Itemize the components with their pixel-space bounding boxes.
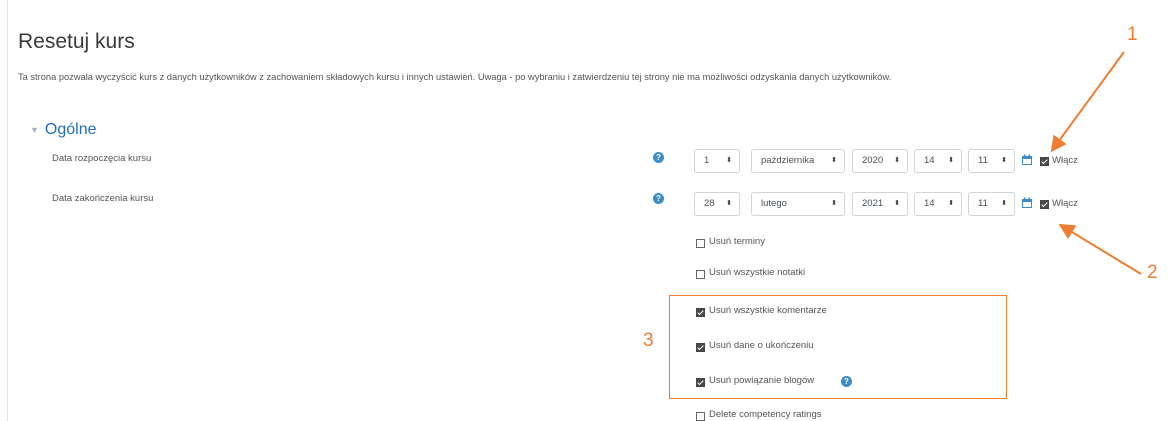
- annotation-arrow-1: [1050, 51, 1125, 153]
- annotation-arrows: [1050, 51, 1142, 275]
- annotation-arrow-2: [1058, 223, 1142, 275]
